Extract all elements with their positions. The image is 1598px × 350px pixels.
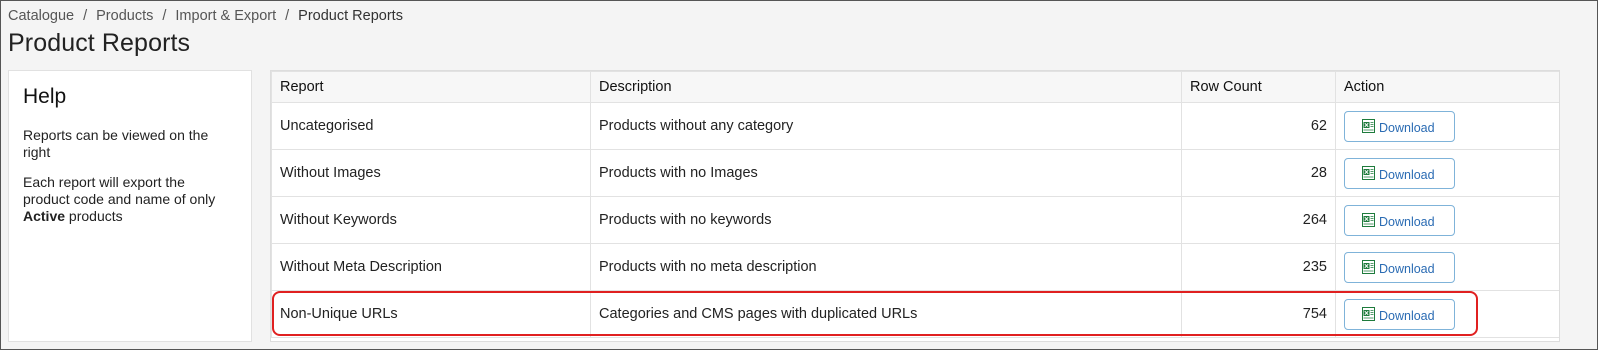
report-description: Products without any category: [590, 102, 1182, 150]
breadcrumb-import-export[interactable]: Import & Export: [175, 8, 276, 24]
table-row: Uncategorised Products without any categ…: [271, 102, 1559, 150]
breadcrumb: Catalogue / Products / Import & Export /…: [8, 8, 403, 24]
download-label: Download: [1379, 261, 1435, 276]
download-label: Download: [1379, 120, 1435, 135]
action-cell: Download: [1335, 102, 1559, 150]
excel-file-icon: [1362, 212, 1375, 227]
report-description: Products with no Images: [590, 149, 1182, 197]
help-panel: Help Reports can be viewed on the right …: [8, 70, 252, 342]
page-title: Product Reports: [8, 29, 191, 57]
breadcrumb-current-page: Product Reports: [298, 8, 403, 24]
column-header-action: Action: [1335, 71, 1559, 103]
breadcrumb-separator: /: [83, 8, 88, 24]
table-row: Without Keywords Products with no keywor…: [271, 196, 1559, 244]
help-text-export: Each report will export the product code…: [23, 174, 216, 224]
excel-file-icon: [1362, 118, 1375, 133]
breadcrumb-separator: /: [162, 8, 167, 24]
action-cell: Download: [1335, 243, 1559, 291]
excel-file-icon: [1362, 259, 1375, 274]
report-description: Products with no meta description: [590, 243, 1182, 291]
column-header-row-count: Row Count: [1181, 71, 1336, 103]
breadcrumb-products[interactable]: Products: [96, 8, 153, 24]
column-header-report: Report: [271, 71, 591, 103]
report-row-count: 235: [1181, 243, 1336, 291]
report-row-count: 62: [1181, 102, 1336, 150]
table-row: Non-Unique URLs Categories and CMS pages…: [271, 290, 1559, 338]
table-row: Without Images Products with no Images 2…: [271, 149, 1559, 197]
breadcrumb-catalogue[interactable]: Catalogue: [8, 8, 74, 24]
table-header-row: Report Description Row Count Action: [271, 71, 1559, 103]
report-row-count: 754: [1181, 290, 1336, 338]
help-text-reports: Reports can be viewed on the right: [23, 127, 209, 160]
download-button[interactable]: Download: [1344, 251, 1455, 283]
report-name: Non-Unique URLs: [271, 290, 591, 338]
download-label: Download: [1379, 214, 1435, 229]
table-row: Without Meta Description Products with n…: [271, 243, 1559, 291]
download-button[interactable]: Download: [1344, 157, 1455, 189]
action-cell: Download: [1335, 196, 1559, 244]
help-title: Help: [23, 85, 67, 108]
action-cell: Download: [1335, 290, 1559, 338]
help-text-active: Active: [23, 208, 66, 224]
download-button[interactable]: Download: [1344, 204, 1455, 236]
breadcrumb-separator: /: [285, 8, 290, 24]
report-description: Products with no keywords: [590, 196, 1182, 244]
download-button[interactable]: Download: [1344, 110, 1455, 142]
download-button[interactable]: Download: [1344, 298, 1455, 330]
excel-file-icon: [1362, 306, 1375, 321]
report-name: Uncategorised: [271, 102, 591, 150]
report-description: Categories and CMS pages with duplicated…: [590, 290, 1182, 338]
download-label: Download: [1379, 308, 1435, 323]
report-name: Without Images: [271, 149, 591, 197]
column-header-description: Description: [590, 71, 1182, 103]
report-name: Without Meta Description: [271, 243, 591, 291]
report-name: Without Keywords: [271, 196, 591, 244]
report-row-count: 264: [1181, 196, 1336, 244]
reports-table: Report Description Row Count Action Unca…: [270, 70, 1560, 342]
action-cell: Download: [1335, 149, 1559, 197]
download-label: Download: [1379, 167, 1435, 182]
excel-file-icon: [1362, 165, 1375, 180]
report-row-count: 28: [1181, 149, 1336, 197]
